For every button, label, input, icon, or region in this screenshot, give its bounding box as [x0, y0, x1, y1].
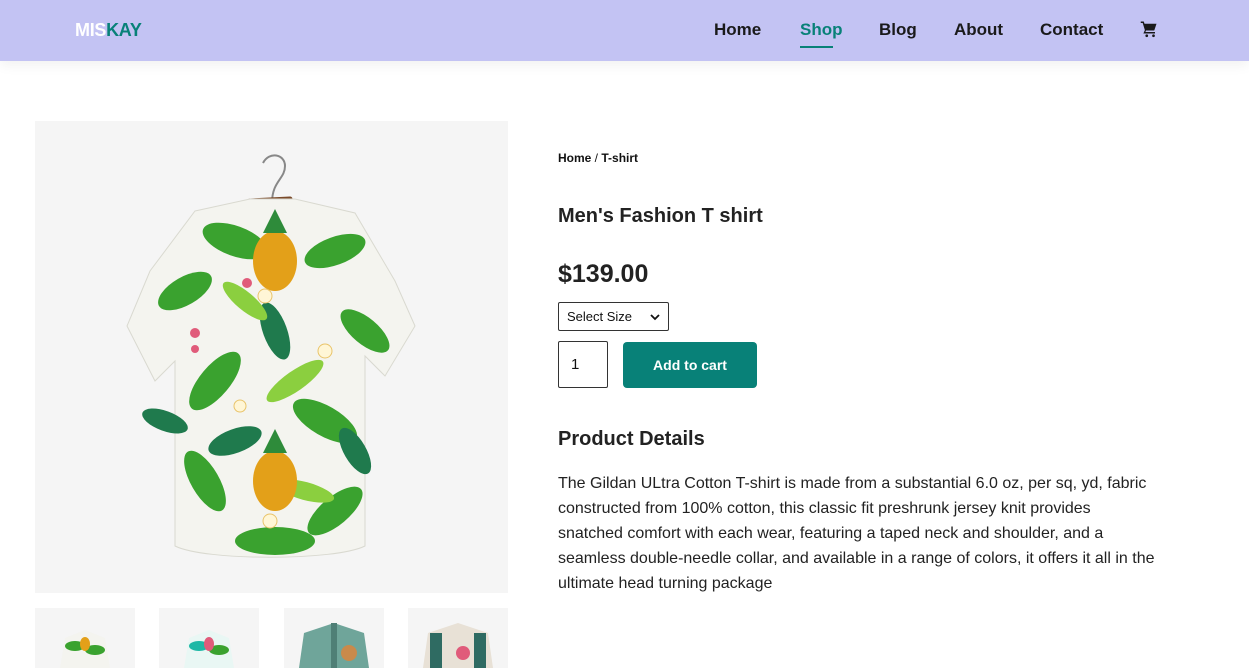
main-product-image[interactable]	[35, 121, 508, 593]
cart-icon[interactable]	[1140, 20, 1158, 38]
thumbnail-image	[299, 623, 369, 668]
nav-contact[interactable]: Contact	[1040, 20, 1103, 40]
breadcrumb-home[interactable]: Home	[558, 151, 591, 165]
add-to-cart-button[interactable]: Add to cart	[623, 342, 757, 388]
thumbnail-3[interactable]	[284, 608, 384, 668]
breadcrumb-current: T-shirt	[601, 151, 639, 165]
breadcrumb-separator: /	[591, 151, 602, 165]
quantity-input[interactable]: 1	[558, 341, 608, 388]
size-select-value: Select Size	[567, 309, 633, 324]
breadcrumb: Home / T-shirt	[558, 151, 638, 165]
size-select[interactable]: Select Size	[558, 302, 669, 331]
thumbnail-2[interactable]	[159, 608, 259, 668]
product-details-text: The Gildan ULtra Cotton T-shirt is made …	[558, 475, 1155, 592]
site-header: MISKAY Home Shop Blog About Contact	[0, 0, 1249, 61]
chevron-down-icon	[650, 313, 660, 320]
thumbnail-4[interactable]	[408, 608, 508, 668]
logo-part-2: KAY	[106, 20, 142, 40]
product-details-heading: Product Details	[558, 428, 705, 450]
logo[interactable]: MISKAY	[75, 20, 142, 41]
tropical-shirt-image	[126, 154, 416, 558]
nav-shop[interactable]: Shop	[800, 20, 843, 48]
nav-home[interactable]: Home	[714, 20, 761, 40]
product-title: Men's Fashion T shirt	[558, 205, 763, 227]
thumbnail-1[interactable]	[35, 608, 135, 668]
thumbnail-image	[423, 623, 493, 668]
nav-about[interactable]: About	[954, 20, 1003, 40]
nav-blog[interactable]: Blog	[879, 20, 917, 40]
thumbnail-image	[60, 630, 110, 668]
thumbnail-image	[184, 630, 234, 668]
logo-part-1: MIS	[75, 20, 107, 40]
product-price: $139.00	[558, 260, 649, 288]
